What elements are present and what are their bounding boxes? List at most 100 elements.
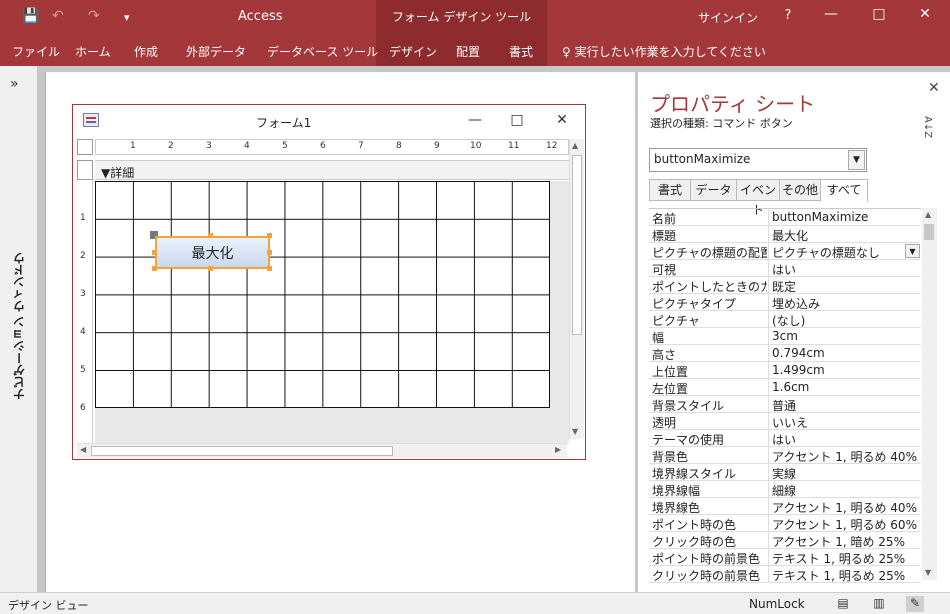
resize-handle[interactable] [267, 233, 272, 238]
form-horizontal-scrollbar[interactable]: ◀ ▶ [77, 443, 567, 458]
form-vertical-scrollbar[interactable]: ▲ ▼ [569, 139, 584, 439]
property-value[interactable]: アクセント 1, 暗め 25% [772, 533, 922, 550]
property-value[interactable]: 細線 [772, 482, 922, 499]
property-value[interactable]: 1.499cm [772, 363, 922, 377]
tab-file[interactable]: ファイル [12, 43, 60, 60]
property-row[interactable]: 境界線スタイル 実線 [649, 464, 921, 481]
property-value[interactable]: 普通 [772, 397, 922, 414]
property-value[interactable]: 埋め込み [772, 295, 922, 312]
scroll-thumb[interactable] [91, 446, 393, 456]
tell-me-input[interactable]: ♀ 実行したい作業を入力してください [562, 43, 766, 60]
scroll-down-icon[interactable]: ▼ [572, 427, 578, 436]
minimize-button[interactable]: — [808, 6, 854, 22]
property-row[interactable]: 背景色 アクセント 1, 明るめ 40% [649, 447, 921, 464]
property-row[interactable]: ピクチャの標題の配置 ピクチャの標題なし ▼ [649, 243, 921, 260]
tab-format[interactable]: 書式 [509, 43, 533, 60]
property-value[interactable]: いいえ [772, 414, 922, 431]
property-value[interactable]: 既定 [772, 278, 922, 295]
detail-section-bar[interactable]: ▼詳細 [95, 160, 569, 180]
property-value[interactable]: 実線 [772, 465, 922, 482]
property-row[interactable]: 標題 最大化 [649, 226, 921, 243]
scroll-left-icon[interactable]: ◀ [80, 445, 86, 454]
design-canvas[interactable] [95, 181, 569, 443]
property-value[interactable]: buttonMaximize [772, 210, 922, 224]
scroll-thumb[interactable] [572, 155, 582, 335]
property-row[interactable]: クリック時の前景色 テキスト 1, 明るめ 25% [649, 566, 921, 583]
design-view-icon[interactable]: ✎ [906, 596, 924, 612]
property-row[interactable]: ピクチャタイプ 埋め込み [649, 294, 921, 311]
signin-link[interactable]: サインイン [698, 9, 758, 26]
tab-format-props[interactable]: 書式 [649, 179, 691, 201]
form-selector[interactable] [77, 139, 93, 155]
tab-event-props[interactable]: イベント [736, 179, 780, 217]
resize-handle[interactable] [267, 266, 272, 271]
property-row[interactable]: ポイント時の前景色 テキスト 1, 明るめ 25% [649, 549, 921, 566]
tab-create[interactable]: 作成 [134, 43, 158, 60]
resize-handle[interactable] [208, 266, 213, 271]
close-button[interactable]: ✕ [902, 6, 948, 22]
scroll-right-icon[interactable]: ▶ [555, 445, 561, 454]
form-view-icon[interactable]: ▤ [834, 596, 852, 612]
property-value[interactable]: はい [772, 261, 922, 278]
property-row[interactable]: ポイント時の色 アクセント 1, 明るめ 60% [649, 515, 921, 532]
detail-grid[interactable] [95, 181, 550, 408]
property-row[interactable]: 上位置 1.499cm [649, 362, 921, 379]
customize-toolbar-icon[interactable]: ▾ [124, 11, 130, 24]
property-row[interactable]: 幅 3cm [649, 328, 921, 345]
property-row[interactable]: 透明 いいえ [649, 413, 921, 430]
resize-handle[interactable] [267, 250, 272, 255]
property-row[interactable]: 背景スタイル 普通 [649, 396, 921, 413]
scroll-up-icon[interactable]: ▲ [925, 210, 931, 219]
resize-handle[interactable] [152, 266, 157, 271]
property-value[interactable]: 1.6cm [772, 380, 922, 394]
help-button[interactable]: ? [765, 8, 811, 23]
property-value[interactable]: 最大化 [772, 227, 922, 244]
expand-chevron-icon[interactable]: » [10, 76, 19, 92]
object-selector-combo[interactable]: buttonMaximize ▼ [649, 148, 867, 172]
property-value[interactable]: はい [772, 431, 922, 448]
property-row[interactable]: 左位置 1.6cm [649, 379, 921, 396]
property-row[interactable]: ポイントしたときのカーソル既定 [649, 277, 921, 294]
property-scrollbar[interactable]: ▲ ▼ [922, 208, 937, 580]
scroll-thumb[interactable] [924, 224, 934, 240]
property-row[interactable]: 高さ 0.794cm [649, 345, 921, 362]
navigation-pane[interactable]: » ナビゲーション ウィンドウ [0, 66, 38, 592]
tab-home[interactable]: ホーム [75, 43, 111, 60]
navigation-pane-label[interactable]: ナビゲーション ウィンドウ [2, 226, 36, 426]
property-value[interactable]: テキスト 1, 明るめ 25% [772, 567, 922, 584]
scroll-down-icon[interactable]: ▼ [925, 568, 931, 577]
property-row[interactable]: 境界線色 アクセント 1, 明るめ 40% [649, 498, 921, 515]
property-sheet-close-icon[interactable]: ✕ [928, 80, 940, 96]
property-value[interactable]: アクセント 1, 明るめ 40% [772, 499, 922, 516]
property-value[interactable]: 0.794cm [772, 346, 922, 360]
property-value[interactable]: 3cm [772, 329, 922, 343]
resize-handle[interactable] [208, 233, 213, 238]
tab-all-props[interactable]: すべて [820, 179, 868, 202]
form-minimize-button[interactable]: — [465, 112, 485, 128]
property-row[interactable]: ピクチャ (なし) [649, 311, 921, 328]
form-maximize-button[interactable]: □ [507, 112, 527, 128]
property-value[interactable]: アクセント 1, 明るめ 60% [772, 516, 922, 533]
property-value[interactable]: テキスト 1, 明るめ 25% [772, 550, 922, 567]
scroll-up-icon[interactable]: ▲ [572, 141, 578, 150]
property-row[interactable]: テーマの使用 はい [649, 430, 921, 447]
undo-icon[interactable]: ↶ [52, 8, 64, 24]
property-row[interactable]: クリック時の色 アクセント 1, 暗め 25% [649, 532, 921, 549]
property-row[interactable]: 可視 はい [649, 260, 921, 277]
sort-icon[interactable]: A↓Z [922, 116, 933, 138]
chevron-down-icon[interactable]: ▼ [905, 244, 920, 258]
tab-database-tools[interactable]: データベース ツール [267, 43, 378, 60]
chevron-down-icon[interactable]: ▼ [848, 150, 865, 170]
section-selector[interactable] [77, 160, 93, 180]
property-value[interactable]: (なし) [772, 312, 922, 329]
button-maximize-control[interactable]: 最大化 [155, 236, 270, 269]
redo-icon[interactable]: ↷ [88, 8, 100, 24]
property-row[interactable]: 名前 buttonMaximize [649, 209, 921, 226]
save-icon[interactable]: 💾 [22, 8, 39, 24]
form-close-button[interactable]: ✕ [552, 112, 572, 128]
restore-button[interactable]: □ [856, 6, 902, 22]
property-row[interactable]: 境界線幅 細線 [649, 481, 921, 498]
property-value[interactable]: アクセント 1, 明るめ 40% [772, 448, 922, 465]
property-value[interactable]: ピクチャの標題なし [772, 244, 922, 261]
tab-data-props[interactable]: データ [690, 179, 737, 201]
